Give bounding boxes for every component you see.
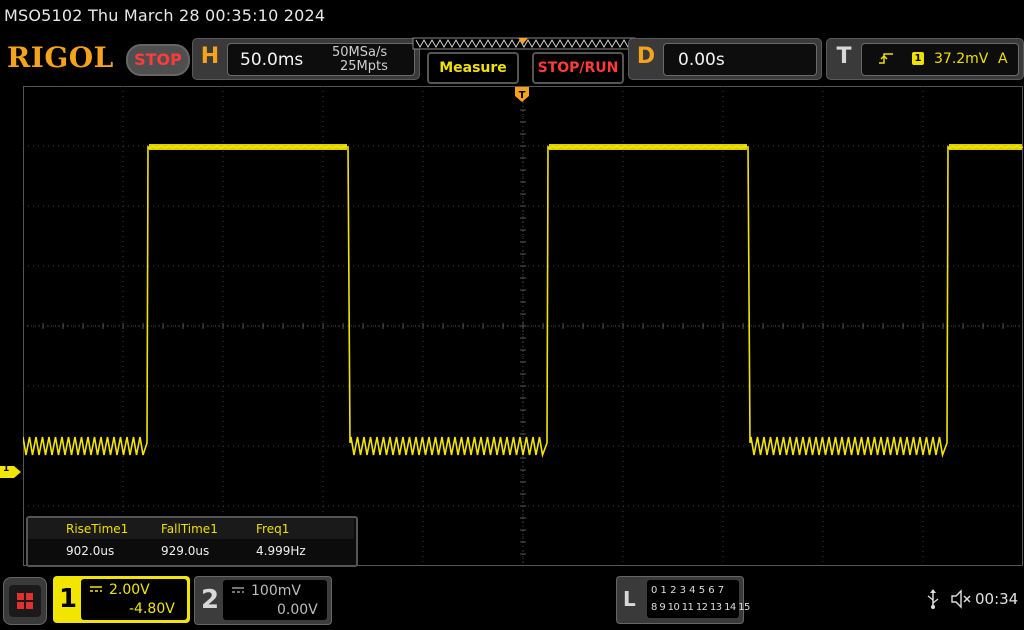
trigger-panel[interactable]: T 1 37.2mV A — [826, 38, 1024, 80]
delay-letter: D — [636, 44, 656, 69]
measurement-value-risetime: 902.0us — [66, 544, 115, 558]
horizontal-panel[interactable]: H 50.0ms 50MSa/s 25Mpts — [192, 38, 420, 80]
channel1-values: 2.00V -4.80V — [81, 579, 187, 620]
logic-letter: L — [623, 587, 636, 611]
delay-panel[interactable]: D 0.00s — [628, 38, 822, 80]
horizontal-value-box: 50.0ms 50MSa/s 25Mpts — [227, 43, 415, 76]
delay-value-box: 0.00s — [663, 43, 817, 76]
channel1-number: 1 — [59, 584, 78, 614]
channel1-panel[interactable]: 1 2.00V -4.80V — [53, 576, 190, 623]
trace-high-band — [549, 144, 747, 150]
logic-analyzer-panel[interactable]: L 0 1 2 3 4 5 6 7 8 9 10 11 12 13 14 15 — [616, 576, 750, 624]
logic-channel-map: 0 1 2 3 4 5 6 7 8 9 10 11 12 13 14 15 — [647, 580, 750, 618]
rising-edge-icon — [879, 53, 893, 64]
measure-button[interactable]: Measure — [427, 52, 519, 84]
waveform-overview-strip — [412, 37, 636, 50]
channel1-offset-marker[interactable]: 1 — [0, 464, 22, 478]
title-bar: MSO5102 Thu March 28 00:35:10 2024 — [0, 0, 1024, 34]
logic-channels-row1: 0 1 2 3 4 5 6 7 — [651, 585, 725, 596]
logic-channels-row2: 8 9 10 11 12 13 14 15 — [651, 602, 750, 613]
trace-high-band — [949, 144, 1022, 150]
trigger-value-box: 1 37.2mV A — [861, 43, 1019, 76]
measurement-name-risetime: RiseTime1 — [66, 522, 129, 536]
measurement-name-freq: Freq1 — [256, 522, 290, 536]
dc-coupling-icon — [232, 587, 244, 593]
trigger-level: 37.2mV — [934, 51, 989, 67]
channel2-panel[interactable]: 2 100mV 0.00V — [194, 576, 332, 625]
channel1-offset: -4.80V — [129, 601, 175, 617]
run-state-badge[interactable]: STOP — [126, 44, 190, 76]
usb-icon — [927, 589, 939, 609]
measurement-value-freq: 4.999Hz — [256, 544, 306, 558]
trigger-source-badge: 1 — [912, 52, 924, 65]
device-title: MSO5102 Thu March 28 00:35:10 2024 — [4, 6, 326, 25]
trigger-letter: T — [836, 44, 852, 69]
trigger-time-marker[interactable]: T — [514, 86, 532, 110]
channel2-offset: 0.00V — [277, 602, 318, 618]
measurement-value-falltime: 929.0us — [161, 544, 210, 558]
channel2-values: 100mV 0.00V — [223, 580, 327, 620]
timebase-value: 50.0ms — [240, 50, 304, 70]
waveform-display[interactable] — [23, 86, 1023, 566]
channel2-scale: 100mV — [251, 583, 301, 599]
sample-rate: 50MSa/s — [332, 45, 388, 60]
stop-run-button[interactable]: STOP/RUN — [532, 52, 624, 84]
measurement-panel[interactable]: RiseTime1 FallTime1 Freq1 902.0us 929.0u… — [26, 516, 358, 567]
app-menu-button[interactable] — [3, 577, 47, 625]
grid-menu-icon — [9, 585, 41, 617]
channel2-number: 2 — [201, 585, 220, 615]
channel1-scale: 2.00V — [109, 582, 150, 598]
measurement-name-falltime: FallTime1 — [161, 522, 218, 536]
delay-value: 0.00s — [678, 50, 725, 70]
trace-high-band — [149, 144, 347, 150]
horizontal-letter: H — [200, 44, 220, 69]
rigol-logo: RIGOL — [7, 41, 114, 74]
memory-depth: 25Mpts — [340, 59, 388, 74]
dc-coupling-icon — [90, 586, 102, 592]
speaker-muted-icon[interactable] — [950, 589, 972, 609]
svg-text:T: T — [519, 90, 526, 101]
trigger-mode: A — [998, 51, 1008, 67]
status-clock: 00:34 — [975, 590, 1019, 608]
